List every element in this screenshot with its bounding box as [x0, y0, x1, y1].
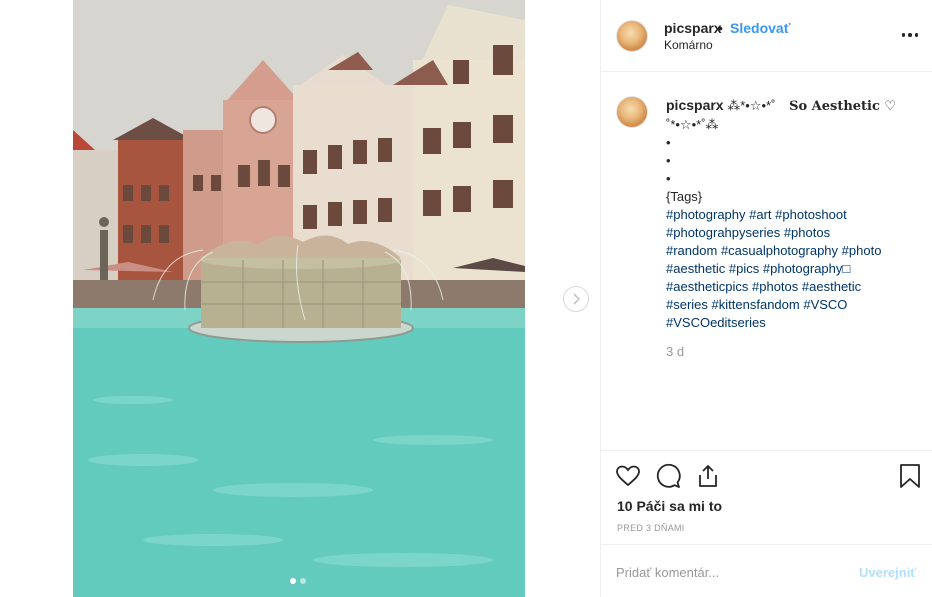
media-stage [0, 0, 600, 597]
likes-count[interactable]: 10 Páči sa mi to [617, 498, 722, 514]
hashtag-link[interactable]: #casualphotography [721, 243, 838, 258]
hashtag-link[interactable]: #photos [752, 279, 798, 294]
carousel-indicator [290, 578, 306, 584]
hashtag-link[interactable]: #photography□ [763, 261, 850, 276]
hashtag-link[interactable]: #random [666, 243, 717, 258]
avatar[interactable] [616, 20, 648, 52]
post-actions: 10 Páči sa mi to PRED 3 DŇAMI [601, 450, 932, 544]
tags-header: {Tags} [666, 189, 703, 204]
hashtag-link[interactable]: #kittensfandom [712, 297, 800, 312]
comment-input[interactable] [616, 562, 846, 582]
next-slide-button[interactable] [563, 286, 589, 312]
caption-bullet: • [666, 171, 671, 186]
heart-icon[interactable] [615, 463, 641, 489]
hashtag-link[interactable]: #aesthetic [802, 279, 861, 294]
post-side-panel: picsparx • Sledovať Komárno picsparx ⁂*•… [600, 0, 932, 597]
hashtag-link[interactable]: #photoshoot [775, 207, 847, 222]
hashtag-link[interactable]: #pics [729, 261, 759, 276]
hashtag-link[interactable]: #VSCOeditseries [666, 315, 766, 330]
hashtag-line: #random #casualphotography #photo [666, 242, 916, 260]
post-photo[interactable] [73, 0, 525, 597]
hashtag-list: #photography #art #photoshoot #photograhp… [666, 206, 916, 332]
post-header: picsparx • Sledovať Komárno [601, 0, 932, 72]
hashtag-line: #series #kittensfandom #VSCO [666, 296, 916, 314]
hashtag-link[interactable]: #VSCO [803, 297, 847, 312]
caption-bullet: • [666, 135, 671, 150]
caption-section: picsparx ⁂*•☆•*˚ So Aesthetic ♡ ˚*•☆•*˚⁂… [601, 72, 932, 450]
carousel-dot-1 [290, 578, 296, 584]
header-separator: • [718, 20, 723, 36]
caption-time: 3 d [666, 344, 685, 359]
caption-decor-1: ⁂*•☆•*˚ [727, 98, 776, 113]
chevron-right-icon [573, 293, 581, 305]
carousel-dot-2 [300, 578, 306, 584]
hashtag-link[interactable]: #photo [842, 243, 882, 258]
location-link[interactable]: Komárno [664, 38, 713, 52]
hashtag-line: #photography #art #photoshoot [666, 206, 916, 224]
caption-avatar[interactable] [616, 96, 648, 128]
caption-title: So Aesthetic ♡ [789, 99, 897, 114]
hashtag-link[interactable]: #photograhpyseries [666, 225, 780, 240]
caption-decor-2: ˚*•☆•*˚⁂ [666, 117, 719, 132]
hashtag-line: #photograhpyseries #photos [666, 224, 916, 242]
hashtag-line: #aestheticpics #photos #aesthetic [666, 278, 916, 296]
header-username[interactable]: picsparx [664, 20, 722, 36]
hashtag-link[interactable]: #photos [784, 225, 830, 240]
caption-username[interactable]: picsparx [666, 97, 724, 113]
follow-button[interactable]: Sledovať [730, 20, 790, 36]
share-icon[interactable] [695, 463, 721, 489]
caption-body: picsparx ⁂*•☆•*˚ So Aesthetic ♡ ˚*•☆•*˚⁂… [666, 96, 916, 332]
hashtag-line: #VSCOeditseries [666, 314, 916, 332]
hashtag-link[interactable]: #aesthetic [666, 261, 725, 276]
hashtag-link[interactable]: #series [666, 297, 708, 312]
comment-icon[interactable] [655, 463, 681, 489]
hashtag-link[interactable]: #aestheticpics [666, 279, 748, 294]
comment-bar: Uverejniť [601, 544, 932, 597]
more-options-icon[interactable] [901, 26, 919, 44]
posted-time: PRED 3 DŇAMI [617, 523, 685, 533]
hashtag-line: #aesthetic #pics #photography□ [666, 260, 916, 278]
post-comment-button[interactable]: Uverejniť [859, 565, 917, 580]
fountain-scene [73, 0, 525, 597]
bookmark-icon[interactable] [897, 463, 923, 489]
caption-bullet: • [666, 153, 671, 168]
hashtag-link[interactable]: #photography [666, 207, 746, 222]
hashtag-link[interactable]: #art [749, 207, 771, 222]
